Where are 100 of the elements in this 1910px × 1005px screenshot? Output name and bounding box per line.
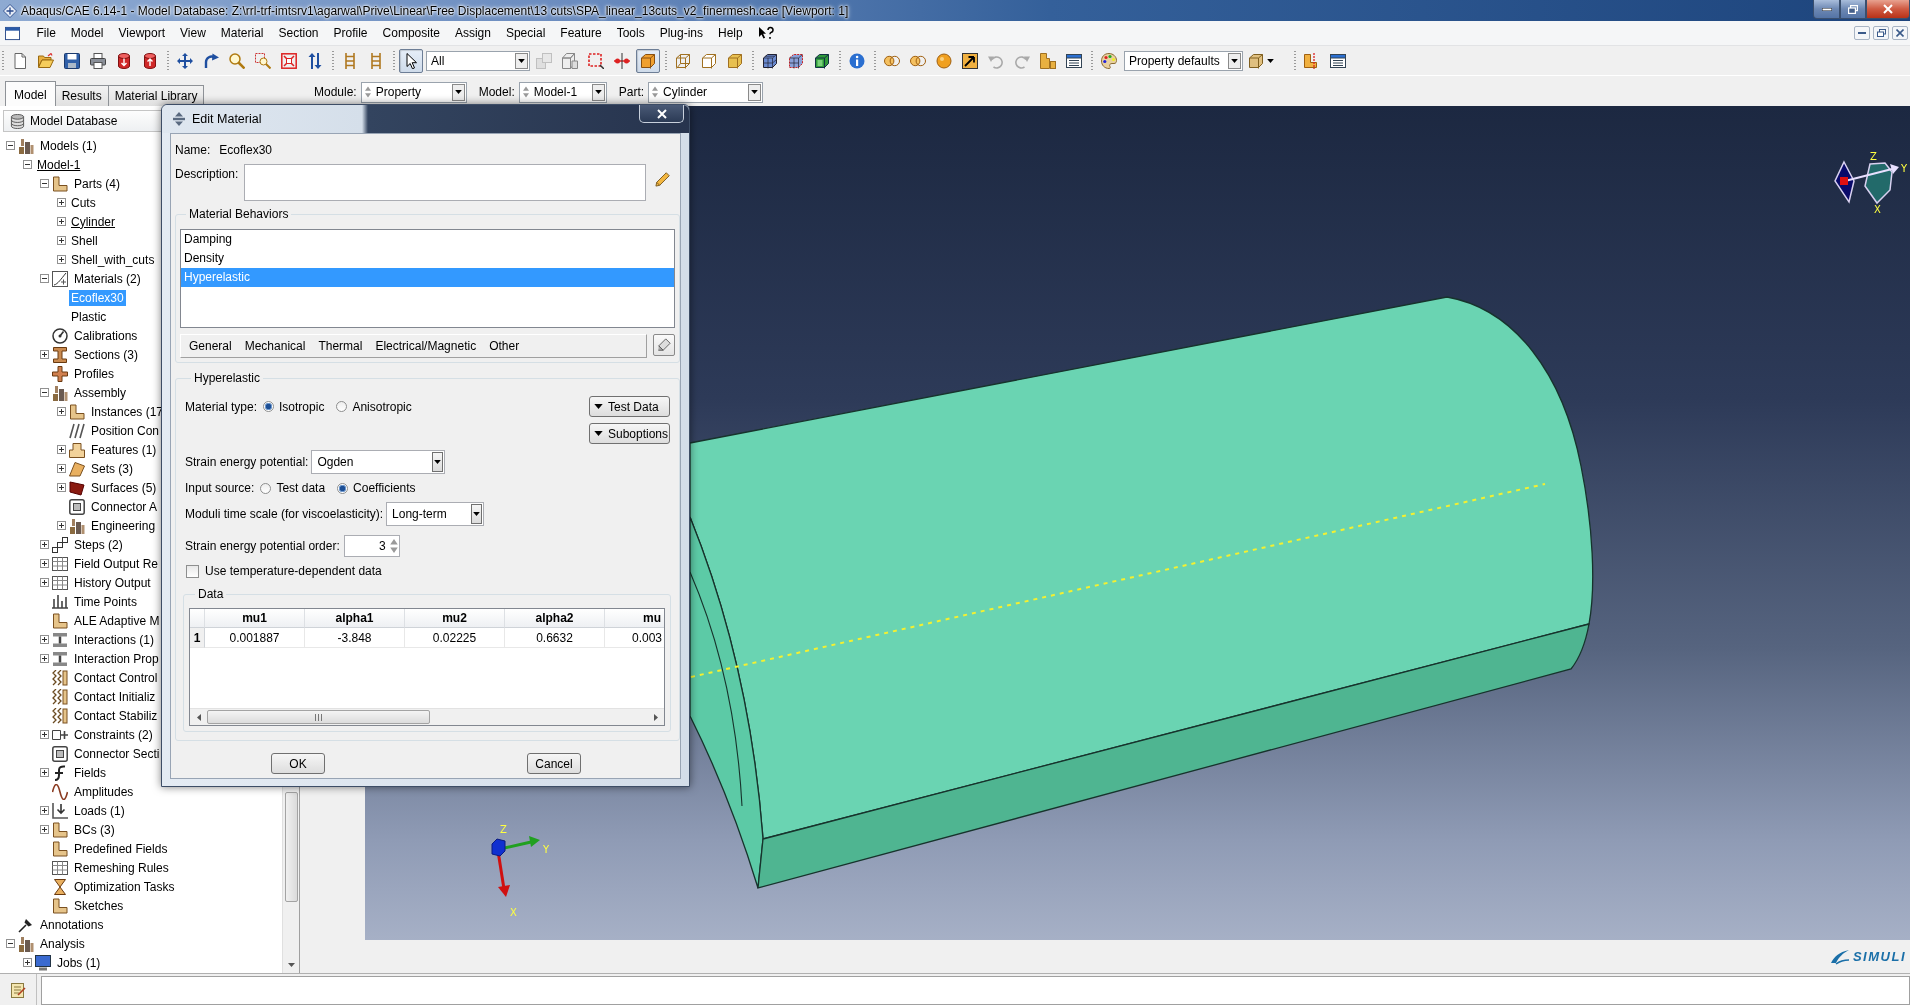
view-compass[interactable]	[1834, 160, 1899, 205]
tree-item[interactable]: Cuts	[69, 194, 98, 211]
menu-item[interactable]: Section	[271, 24, 327, 42]
tree-toggle[interactable]	[40, 806, 49, 815]
table-cell[interactable]: 0.6632	[505, 628, 605, 648]
tree-item[interactable]: Annotations	[38, 916, 106, 933]
tree-toggle[interactable]	[57, 464, 66, 473]
tree-toggle[interactable]	[40, 540, 49, 549]
behavior-list[interactable]: Damping Density Hyperelastic	[180, 229, 675, 328]
tree-item[interactable]: Optimization Tasks	[72, 878, 177, 895]
tree-item[interactable]: BCs (3)	[72, 821, 117, 838]
tree-item[interactable]: Constraints (2)	[72, 726, 155, 743]
dropdown-field[interactable]: Property defaults	[1124, 50, 1243, 71]
tree-item[interactable]: Position Con	[89, 422, 162, 439]
menu-item[interactable]: Profile	[326, 24, 376, 42]
menu-item[interactable]: Help	[710, 24, 751, 42]
tree-item[interactable]: Model-1	[35, 156, 83, 173]
table-cell[interactable]: -3.848	[305, 628, 405, 648]
tree-item[interactable]: Sections (3)	[72, 346, 141, 363]
tree-toggle[interactable]	[40, 179, 49, 188]
radio-button[interactable]	[260, 482, 272, 494]
tree-item[interactable]: Surfaces (5)	[89, 479, 159, 496]
checkbox-label[interactable]: Use temperature-dependent data	[205, 564, 382, 578]
menu-item[interactable]: Feature	[552, 24, 610, 42]
menu-item[interactable]: Electrical/Magnetic	[375, 339, 477, 353]
tree-item[interactable]: Interaction Prop	[72, 650, 161, 667]
tree-toggle[interactable]	[40, 654, 49, 663]
tree-item[interactable]: Predefined Fields	[72, 840, 170, 857]
tree-item[interactable]: Contact Stabiliz	[72, 707, 160, 724]
tree-item[interactable]: Calibrations	[72, 327, 140, 344]
tab[interactable]: Results	[54, 85, 109, 106]
tree-toggle[interactable]	[57, 198, 66, 207]
tree-toggle[interactable]	[57, 445, 66, 454]
tree-item[interactable]: Field Output Re	[72, 555, 161, 572]
radio-label[interactable]: Coefficients	[353, 481, 416, 495]
tree-item[interactable]: History Output	[72, 574, 153, 591]
dropdown-menu-button[interactable]: Suboptions	[589, 423, 670, 444]
tree-toggle[interactable]	[40, 825, 49, 834]
minimize-button[interactable]	[1813, 0, 1840, 19]
tree-item[interactable]: Connector Secti	[72, 745, 162, 762]
tree-item[interactable]: Time Points	[72, 593, 139, 610]
column-header[interactable]: alpha1	[305, 609, 405, 628]
tree-toggle[interactable]	[40, 559, 49, 568]
tree-toggle[interactable]	[40, 350, 49, 359]
menu-item[interactable]: General	[189, 339, 232, 353]
scrollbar-thumb[interactable]	[207, 710, 430, 724]
radio-button[interactable]	[263, 401, 275, 412]
spin-arrows-icon[interactable]	[389, 539, 398, 553]
menu-item[interactable]: Viewport	[111, 24, 173, 42]
tree-item[interactable]: Materials (2)	[72, 270, 143, 287]
tree-toggle[interactable]	[40, 635, 49, 644]
menu-item[interactable]: Plug-ins	[652, 24, 711, 42]
tab[interactable]: Material Library	[107, 85, 205, 106]
tree-item[interactable]: ALE Adaptive M	[72, 612, 162, 629]
tree-toggle[interactable]	[40, 768, 49, 777]
tree-item[interactable]: Loads (1)	[72, 802, 127, 819]
menu-item[interactable]: Model	[63, 24, 112, 42]
notepad-icon[interactable]	[10, 981, 26, 998]
tree-item[interactable]: Amplitudes	[72, 783, 136, 800]
dropdown-field[interactable]: All	[426, 50, 530, 71]
tree-item[interactable]: Jobs (1)	[55, 954, 103, 971]
tree-item[interactable]: Assembly	[72, 384, 128, 401]
tree-item[interactable]: Fields	[72, 764, 108, 781]
tree-toggle[interactable]	[40, 578, 49, 587]
tree-item[interactable]: Remeshing Rules	[72, 859, 171, 876]
dropdown-field[interactable]: Ogden	[311, 450, 446, 474]
dropdown-field[interactable]: Property	[360, 81, 467, 103]
tree-toggle[interactable]	[57, 217, 66, 226]
dropdown-field[interactable]: Long-term	[386, 502, 485, 526]
spin-field[interactable]: 3	[343, 535, 400, 557]
list-item[interactable]: Density	[181, 249, 674, 268]
close-button[interactable]	[1892, 26, 1908, 40]
dropdown-field[interactable]: Cylinder	[648, 81, 764, 103]
tree-toggle[interactable]	[40, 274, 49, 283]
tree-item[interactable]: Shell	[69, 232, 100, 249]
horizontal-scrollbar[interactable]	[190, 708, 664, 725]
tree-item[interactable]: Cylinder	[69, 213, 117, 230]
menu-item[interactable]: File	[29, 24, 64, 42]
menu-item[interactable]: Composite	[375, 24, 448, 42]
eraser-button[interactable]	[653, 334, 675, 356]
column-header[interactable]: mu	[605, 609, 664, 628]
menu-item[interactable]: Mechanical	[244, 339, 306, 353]
radio-label[interactable]: Isotropic	[279, 399, 325, 414]
tree-toggle[interactable]	[57, 255, 66, 264]
tree-toggle[interactable]	[23, 160, 32, 169]
tree-toggle[interactable]	[23, 958, 32, 967]
tree-item[interactable]: Sets (3)	[89, 460, 135, 477]
dialog-button[interactable]: Cancel	[527, 753, 581, 774]
menu-item[interactable]: Thermal	[318, 339, 363, 353]
list-item[interactable]: Damping	[181, 230, 674, 249]
tree-item[interactable]: Sketches	[72, 897, 126, 914]
column-header[interactable]: mu2	[405, 609, 505, 628]
tree-item[interactable]: Contact Control	[72, 669, 160, 686]
column-header[interactable]: mu1	[205, 609, 305, 628]
checkbox[interactable]	[186, 564, 199, 578]
window-icon[interactable]	[5, 25, 20, 41]
radio-label[interactable]: Anisotropic	[352, 399, 412, 414]
tree-item[interactable]: Analysis	[38, 935, 87, 952]
column-header[interactable]: alpha2	[505, 609, 605, 628]
tree-item[interactable]: Engineering	[89, 517, 158, 534]
